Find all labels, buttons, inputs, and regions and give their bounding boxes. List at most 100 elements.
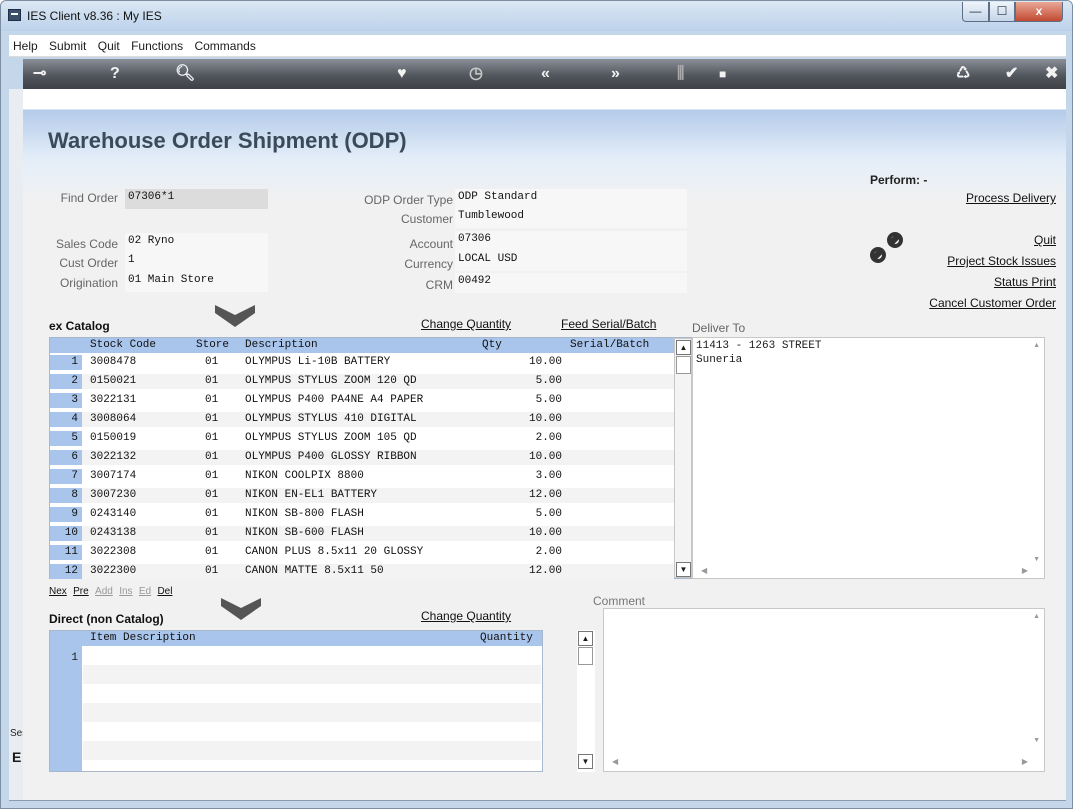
crm-field[interactable]: 00492 — [455, 273, 687, 293]
catalog-header: Stock Code Store Description Qty Serial/… — [50, 338, 674, 353]
scroll-right-icon[interactable]: ▶ — [1022, 566, 1028, 575]
feed-serial-batch-link[interactable]: Feed Serial/Batch — [561, 317, 656, 331]
description-cell: OLYMPUS STYLUS ZOOM 105 QD — [245, 432, 417, 444]
table-row[interactable]: 12 3022300 01 CANON MATTE 8.5x11 50 12.00 — [50, 564, 674, 579]
next-row-button[interactable]: Nex — [49, 586, 67, 597]
close-window-button[interactable]: x — [1015, 2, 1063, 22]
table-row[interactable]: 7 3007174 01 NIKON COOLPIX 8800 3.00 — [50, 469, 674, 484]
perform-label: Perform: - — [870, 173, 928, 187]
clock-icon[interactable]: ◷ — [469, 64, 483, 84]
stock-code-cell: 3022132 — [90, 451, 137, 463]
row-number: 9 — [50, 507, 82, 522]
store-cell: 01 — [205, 413, 219, 425]
session-icon: E — [12, 749, 22, 765]
menu-quit[interactable]: Quit — [94, 35, 124, 53]
menu-submit[interactable]: Submit — [45, 35, 90, 53]
scroll-up-icon[interactable]: ▲ — [1033, 342, 1040, 349]
sales-code-field[interactable]: 02 Ryno — [125, 233, 268, 253]
prev-row-button[interactable]: Pre — [73, 586, 89, 597]
direct-header: Item Description Quantity — [50, 631, 542, 646]
scroll-up-icon[interactable]: ▲ — [578, 631, 593, 646]
direct-scrollbar[interactable]: ▲ ▼ — [577, 630, 595, 772]
header-store: Store — [196, 339, 230, 351]
table-row — [83, 703, 541, 722]
search-icon[interactable]: 🔍︎ — [175, 64, 195, 84]
table-row[interactable]: 10 0243138 01 NIKON SB-600 FLASH 10.00 — [50, 526, 674, 541]
table-row[interactable]: 1 3008478 01 OLYMPUS Li-10B BATTERY 10.00 — [50, 355, 674, 370]
account-field[interactable]: 07306 — [455, 231, 687, 251]
key-icon[interactable]: ⊸ — [33, 64, 46, 84]
heart-icon[interactable]: ♥ — [397, 64, 407, 84]
status-divider — [9, 800, 1066, 801]
scroll-up-icon[interactable]: ▲ — [1033, 613, 1040, 620]
header-qty: Qty — [482, 339, 502, 351]
catalog-change-quantity-link[interactable]: Change Quantity — [421, 317, 511, 331]
check-icon[interactable]: ✔ — [1005, 64, 1018, 84]
close-icon[interactable]: ✖ — [1045, 64, 1058, 84]
find-order-field[interactable]: 07306*1 — [125, 189, 268, 209]
help-icon[interactable]: ? — [110, 64, 120, 84]
scroll-down-icon[interactable]: ▼ — [676, 562, 691, 577]
catalog-scrollbar[interactable]: ▲ ▼ — [674, 338, 692, 578]
minimize-button[interactable]: — — [962, 2, 989, 22]
scroll-left-icon[interactable]: ◀ — [612, 757, 618, 766]
status-print-link[interactable]: Status Print — [994, 275, 1056, 289]
qty-cell: 5.00 — [535, 394, 562, 406]
table-row[interactable]: 2 0150021 01 OLYMPUS STYLUS ZOOM 120 QD 5.00 — [50, 374, 674, 389]
app-icon — [8, 9, 21, 21]
table-row[interactable]: 4 3008064 01 OLYMPUS STYLUS 410 DIGITAL 10.0… — [50, 412, 674, 427]
menu-functions[interactable]: Functions — [127, 35, 187, 53]
comment-box[interactable]: ▲ ▼ ◀ ▶ — [603, 608, 1045, 772]
stock-code-cell: 3022131 — [90, 394, 137, 406]
row-number-column — [50, 646, 82, 771]
page-title: Warehouse Order Shipment (ODP) — [48, 128, 407, 153]
qty-cell: 2.00 — [535, 546, 562, 558]
scroll-down-icon[interactable]: ▼ — [1033, 556, 1040, 563]
direct-change-quantity-link[interactable]: Change Quantity — [421, 609, 511, 623]
quit-link[interactable]: Quit — [1034, 233, 1056, 247]
cancel-customer-order-link[interactable]: Cancel Customer Order — [929, 296, 1056, 310]
scroll-down-icon[interactable]: ▼ — [1033, 737, 1040, 744]
store-cell: 01 — [205, 394, 219, 406]
rewind-icon[interactable]: « — [541, 64, 550, 84]
row-number: 10 — [50, 526, 82, 541]
add-row-button[interactable]: Add — [95, 586, 113, 597]
stock-code-cell: 0150019 — [90, 432, 137, 444]
scroll-right-icon[interactable]: ▶ — [1022, 757, 1028, 766]
cust-order-field[interactable]: 1 — [125, 252, 268, 272]
scroll-left-icon[interactable]: ◀ — [701, 566, 707, 575]
maximize-button[interactable]: ☐ — [989, 2, 1015, 22]
delete-row-button[interactable]: Del — [157, 586, 172, 597]
insert-row-button[interactable]: Ins — [119, 586, 132, 597]
edit-row-button[interactable]: Ed — [139, 586, 151, 597]
odp-order-type-field[interactable]: ODP Standard — [455, 189, 687, 209]
table-row[interactable]: 8 3007230 01 NIKON EN-EL1 BATTERY 12.00 — [50, 488, 674, 503]
scroll-down-icon[interactable]: ▼ — [578, 754, 593, 769]
currency-field[interactable]: LOCAL USD — [455, 251, 687, 271]
row-number: 2 — [50, 374, 82, 389]
qty-cell: 5.00 — [535, 508, 562, 520]
stock-code-cell: 3008478 — [90, 356, 137, 368]
store-cell: 01 — [205, 565, 219, 577]
forward-icon[interactable]: » — [611, 64, 620, 84]
origination-field[interactable]: 01 Main Store — [125, 272, 268, 292]
find-order-label: Find Order — [60, 191, 118, 205]
project-stock-issues-link[interactable]: Project Stock Issues — [947, 254, 1056, 268]
process-delivery-link[interactable]: Process Delivery — [966, 191, 1056, 205]
scroll-thumb[interactable] — [676, 356, 691, 374]
deliver-to-box[interactable]: 11413 - 1263 STREET Suneria ▲ ▼ ◀ ▶ — [692, 337, 1045, 579]
table-row[interactable]: 9 0243140 01 NIKON SB-800 FLASH 5.00 — [50, 507, 674, 522]
split-icon[interactable]: ⫼ — [677, 64, 684, 84]
table-row[interactable]: 6 3022132 01 OLYMPUS P400 GLOSSY RIBBON 10.0… — [50, 450, 674, 465]
scroll-thumb[interactable] — [578, 647, 593, 665]
table-row[interactable]: 11 3022308 01 CANON PLUS 8.5x11 20 GLOSSY 2.… — [50, 545, 674, 560]
recycle-icon[interactable]: ♺ — [956, 64, 970, 84]
menu-help[interactable]: Help — [9, 35, 42, 53]
table-row[interactable]: 5 0150019 01 OLYMPUS STYLUS ZOOM 105 QD 2.00 — [50, 431, 674, 446]
customer-field[interactable]: Tumblewood — [455, 208, 687, 228]
stop-icon[interactable]: ■ — [719, 64, 726, 84]
table-row[interactable]: 3 3022131 01 OLYMPUS P400 PA4NE A4 PAPER 5.0… — [50, 393, 674, 408]
scroll-up-icon[interactable]: ▲ — [676, 340, 691, 355]
header-description: Description — [245, 339, 318, 351]
menu-commands[interactable]: Commands — [190, 35, 259, 53]
